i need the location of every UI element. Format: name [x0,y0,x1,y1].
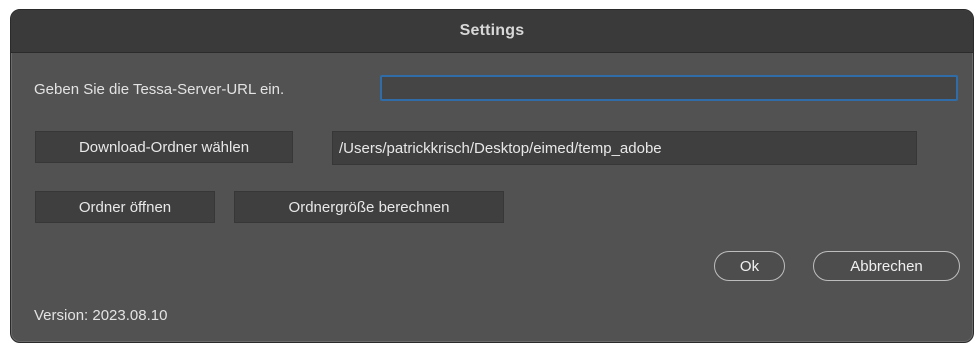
choose-download-folder-button[interactable]: Download-Ordner wählen [35,131,293,163]
calculate-folder-size-button[interactable]: Ordnergröße berechnen [234,191,504,223]
open-folder-button[interactable]: Ordner öffnen [35,191,215,223]
server-url-label: Geben Sie die Tessa-Server-URL ein. [34,81,285,98]
download-path-field[interactable]: /Users/patrickkrisch/Desktop/eimed/temp_… [332,131,917,165]
cancel-button[interactable]: Abbrechen [813,251,960,281]
title-bar: Settings [11,10,973,53]
version-label: Version: 2023.08.10 [34,307,168,324]
settings-dialog: Settings Geben Sie die Tessa-Server-URL … [10,9,974,343]
ok-button[interactable]: Ok [714,251,785,281]
window-title: Settings [459,22,525,39]
server-url-input[interactable] [380,75,958,101]
